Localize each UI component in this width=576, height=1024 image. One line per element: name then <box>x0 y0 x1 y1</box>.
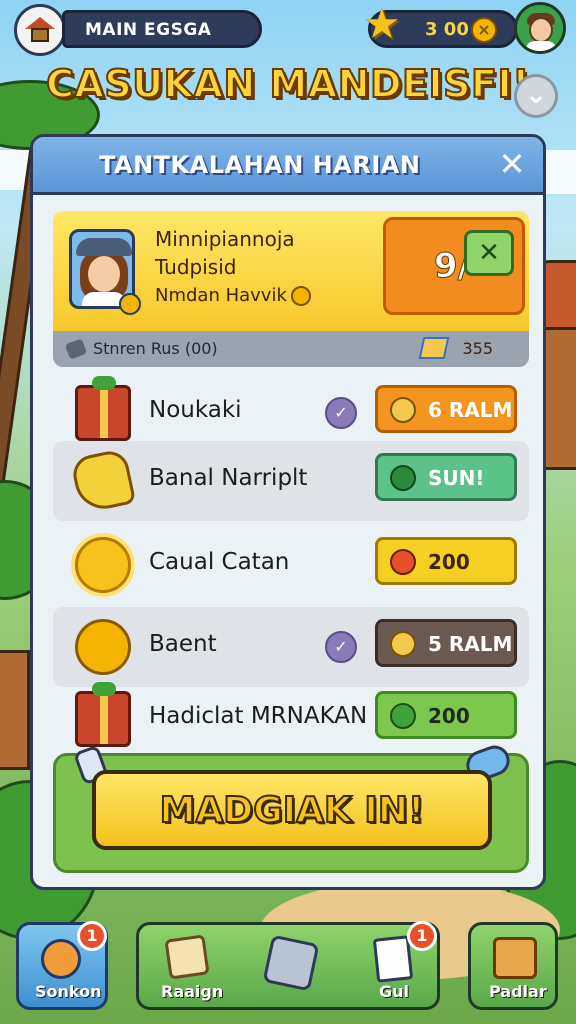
check-icon: ✓ <box>325 631 357 663</box>
status-text: Stnren Rus (00) <box>93 339 218 358</box>
compass-icon <box>41 939 81 979</box>
top-bar: MAIN EGSGA ★ 3 00 × <box>8 2 568 56</box>
score-close-button[interactable]: ✕ <box>464 230 514 276</box>
claim-label: MADGIAK IN! <box>159 789 426 832</box>
notification-badge: 1 <box>77 921 107 951</box>
notification-badge: 1 <box>407 921 437 951</box>
scroll-icon[interactable] <box>164 934 210 980</box>
reward-icon <box>390 703 416 729</box>
player-avatar[interactable] <box>514 2 566 54</box>
event-title: CASUKAN MANDEISFI! <box>45 61 530 107</box>
panel-title: TANTKALAHAN HARIAN <box>99 151 421 179</box>
profile-card: Minnipiannoja Tudpisid Nmdan Havvik 9/ ✕ <box>53 211 529 331</box>
cards-icon[interactable] <box>372 935 414 983</box>
gift-icon <box>75 376 131 441</box>
coin-icon <box>290 286 311 306</box>
challenge-row-4[interactable]: Baent ✓ 5 RALM <box>53 607 529 687</box>
nav-label: Raaign <box>161 982 224 1001</box>
flag-icon <box>418 337 450 359</box>
tag-icon <box>64 338 88 360</box>
reward-value: 5 RALM <box>428 632 513 656</box>
profile-line-1: Minnipiannoja <box>155 227 295 251</box>
challenge-row-3[interactable]: Caual Catan 200 <box>53 525 529 605</box>
challenge-label: Noukaki <box>149 397 242 423</box>
reward-value: SUN! <box>428 466 485 490</box>
reward-icon <box>390 549 416 575</box>
fence <box>0 650 30 770</box>
reward-button[interactable]: 6 RALM <box>375 385 517 433</box>
check-icon: ✓ <box>325 397 357 429</box>
gift-icon <box>75 682 131 747</box>
hand-icon <box>69 447 137 515</box>
close-icon[interactable]: ✕ <box>495 147 529 181</box>
daily-challenge-panel: TANTKALAHAN HARIAN ✕ Minnipiannoja Tudpi… <box>30 134 546 890</box>
player-name: MAIN EGSGA <box>62 10 262 48</box>
reward-button[interactable]: 5 RALM <box>375 619 517 667</box>
profile-line-3: Nmdan Havvik <box>155 285 311 306</box>
star-value: 3 00 <box>425 19 469 40</box>
reward-icon <box>390 397 416 423</box>
reward-value: 200 <box>428 550 470 574</box>
panel-header: TANTKALAHAN HARIAN ✕ <box>33 137 543 195</box>
status-bar: Stnren Rus (00) 355 <box>53 331 529 367</box>
reward-value: 6 RALM <box>428 398 513 422</box>
challenge-label: Banal Narriplt <box>149 465 308 491</box>
reward-button[interactable]: 200 <box>375 691 517 739</box>
nav-label: Sonkon <box>35 982 102 1001</box>
claim-button[interactable]: MADGIAK IN! <box>92 770 492 850</box>
status-value: 355 <box>462 339 493 358</box>
challenge-label: Caual Catan <box>149 549 290 575</box>
reward-value: 200 <box>428 704 470 728</box>
profile-line-2: Tudpisid <box>155 255 237 279</box>
reward-icon <box>390 631 416 657</box>
nav-label: Padlar <box>489 982 547 1001</box>
reward-icon <box>390 465 416 491</box>
score-box: 9/ ✕ <box>383 217 525 315</box>
bag-icon <box>493 937 537 979</box>
house-icon <box>25 17 55 43</box>
nav-label: Gul <box>379 982 410 1001</box>
challenge-row-2[interactable]: Banal Narriplt SUN! <box>53 441 529 521</box>
cta-area: MADGIAK IN! <box>53 741 529 873</box>
challenge-label: Baent <box>149 631 217 657</box>
reward-button[interactable]: SUN! <box>375 453 517 501</box>
home-button[interactable] <box>14 4 66 56</box>
collapse-button[interactable]: ⌄ <box>514 74 558 118</box>
badge-icon <box>119 293 141 315</box>
dice-icon[interactable] <box>262 934 320 992</box>
coin-icon <box>75 619 131 675</box>
nav-button-left[interactable]: 1 Sonkon <box>16 921 108 1010</box>
sun-icon <box>75 537 131 593</box>
star-icon: ★ <box>363 0 401 48</box>
nav-button-middle: Raaign 1 Gul <box>136 921 440 1010</box>
challenge-row-5[interactable]: Hadiclat MRNAKAN 200 <box>53 679 529 759</box>
challenge-label: Hadiclat MRNAKAN <box>149 703 368 729</box>
add-stars-button[interactable]: × <box>471 17 497 43</box>
nav-button-right[interactable]: Padlar <box>468 922 558 1010</box>
star-counter: ★ 3 00 × <box>363 3 518 48</box>
reward-button[interactable]: 200 <box>375 537 517 585</box>
